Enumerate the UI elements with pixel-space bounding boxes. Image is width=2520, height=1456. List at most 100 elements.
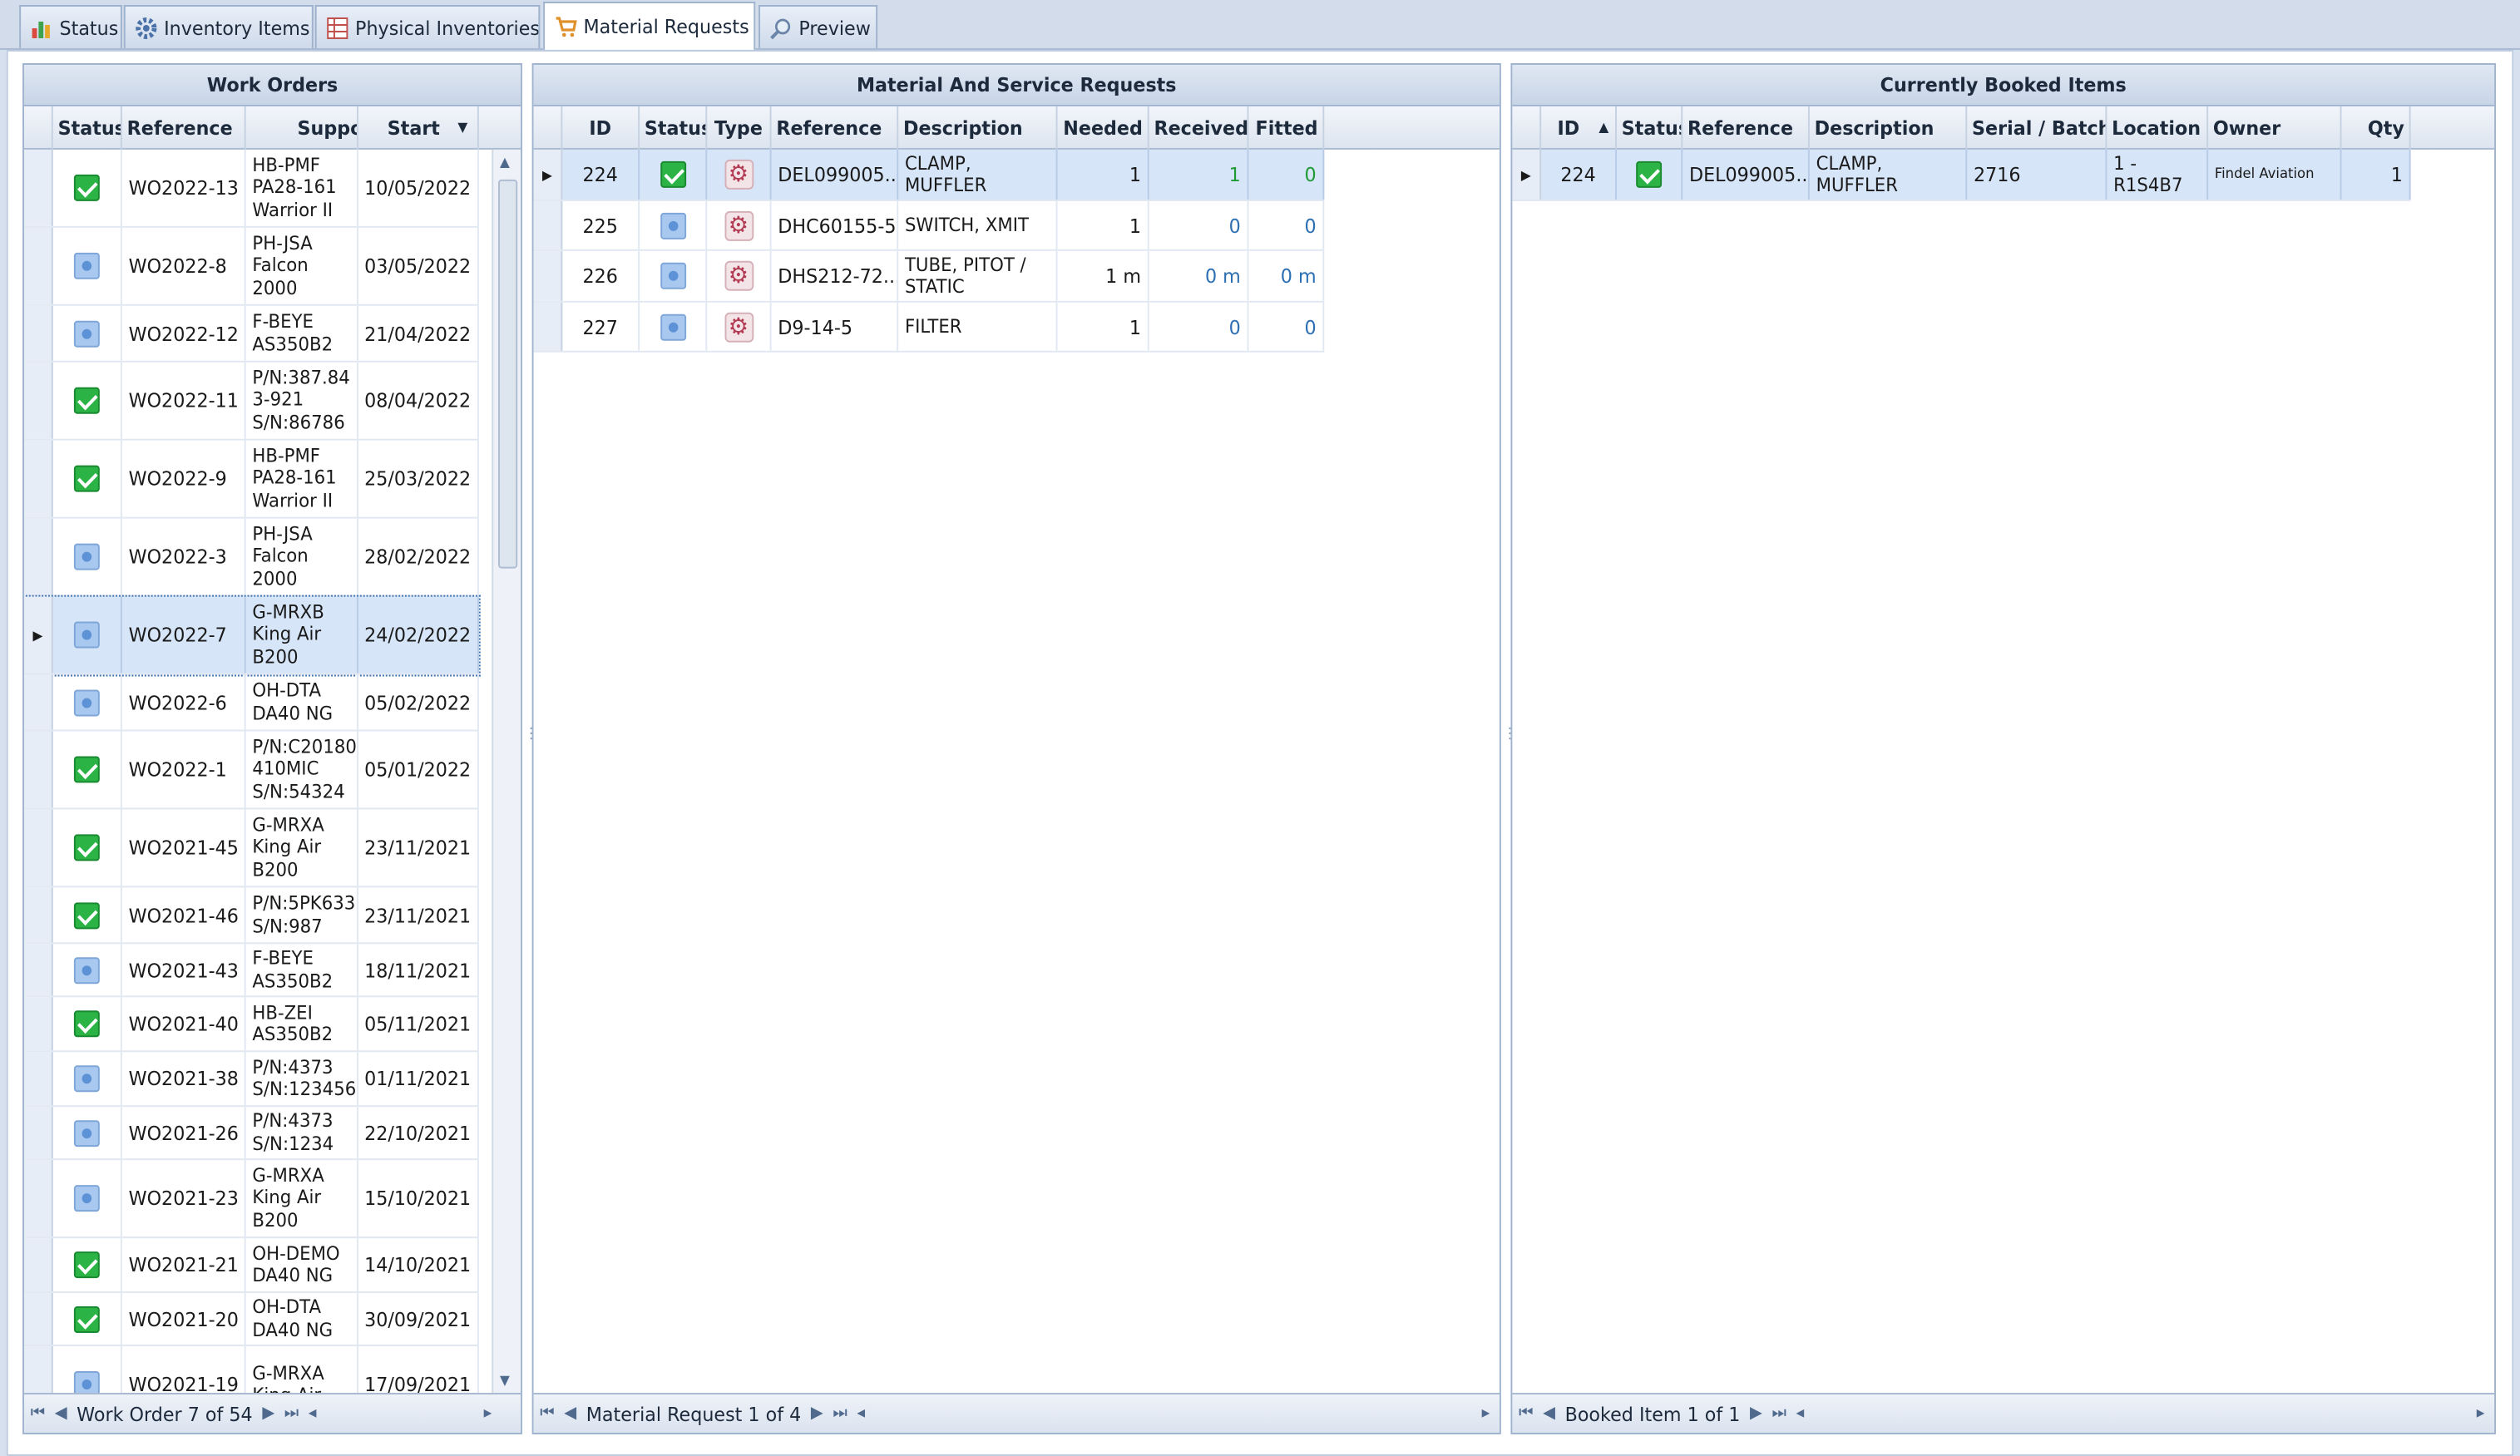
row-indicator	[23, 149, 53, 226]
hscroll-right-icon[interactable]: ▸	[2477, 1404, 2485, 1423]
table-row[interactable]: WO2021-45 G-MRXA King Air B200 23/11/2021	[23, 809, 479, 888]
col-description[interactable]: Description	[1810, 106, 1968, 150]
first-record-icon[interactable]: ⏮	[1519, 1404, 1533, 1423]
table-row[interactable]: ▶ WO2022-7 G-MRXB King Air B200 24/02/2022	[23, 595, 481, 677]
first-record-icon[interactable]: ⏮	[540, 1404, 554, 1423]
splitter-left[interactable]: ⋮	[524, 727, 538, 751]
col-support[interactable]: Support	[246, 106, 358, 150]
col-received[interactable]: Received	[1149, 106, 1249, 150]
id-cell: 227	[562, 302, 640, 351]
table-row[interactable]: 225 ⚙ DHC60155-5 SWITCH, XMIT 1 0 0	[533, 200, 1325, 251]
col-qty[interactable]: Qty	[2342, 106, 2411, 150]
table-row[interactable]: ▶ 224 DEL099005... CLAMP, MUFFLER 2716 1 - R1…	[1512, 149, 2411, 201]
col-id[interactable]: ID ▲	[1541, 106, 1617, 150]
status-cell	[53, 1160, 122, 1237]
table-row[interactable]: WO2021-21 OH-DEMO DA40 NG 14/10/2021	[23, 1238, 479, 1294]
start-cell: 24/02/2022	[358, 596, 479, 674]
fitted-cell: 0	[1248, 149, 1325, 200]
row-indicator-header	[1512, 106, 1542, 150]
col-id[interactable]: ID	[562, 106, 640, 150]
status-cell	[53, 149, 122, 226]
table-row[interactable]: WO2021-26 P/N:4373 S/N:1234 22/10/2021	[23, 1107, 479, 1161]
prev-record-icon[interactable]: ◀	[564, 1404, 576, 1423]
status-cell	[640, 302, 708, 351]
table-row[interactable]: WO2022-1 P/N:C20180 410MIC S/N:54324 05/01…	[23, 731, 479, 810]
col-start[interactable]: Start ▼	[358, 106, 479, 150]
splitter-right[interactable]: ⋮	[1503, 727, 1517, 751]
hscroll-right-icon[interactable]: ▸	[1482, 1404, 1490, 1423]
col-reference[interactable]: Reference	[1682, 106, 1810, 150]
scroll-down-icon[interactable]: ▼	[500, 1373, 510, 1388]
table-row[interactable]: 226 ⚙ DHS212-72... TUBE, PITOT / STATIC 1 m0…	[533, 250, 1325, 303]
support-cell: OH-DTA DA40 NG	[246, 674, 358, 730]
table-row[interactable]: WO2022-6 OH-DTA DA40 NG 05/02/2022	[23, 674, 479, 732]
table-row[interactable]: WO2021-38 P/N:4373 S/N:123456 01/11/2021	[23, 1052, 479, 1108]
table-row[interactable]: 227 ⚙ D9-14-5 FILTER 1 0 0	[533, 302, 1325, 353]
start-cell: 15/10/2021	[358, 1160, 479, 1237]
tab-preview[interactable]: Preview	[758, 4, 878, 48]
service-gear-icon: ⚙	[724, 159, 754, 190]
start-cell: 05/11/2021	[358, 997, 479, 1051]
col-type[interactable]: Type	[707, 106, 772, 150]
next-record-icon[interactable]: ▶	[811, 1404, 823, 1423]
col-location[interactable]: Location	[2107, 106, 2209, 150]
hscroll-left-icon[interactable]: ◂	[1796, 1404, 1804, 1423]
reference-cell: WO2022-6	[122, 674, 246, 730]
col-reference[interactable]: Reference	[772, 106, 899, 150]
start-cell: 28/02/2022	[358, 518, 479, 595]
table-row[interactable]: WO2022-9 HB-PMF PA28-161 Warrior II 25/03/…	[23, 440, 479, 519]
col-owner[interactable]: Owner	[2208, 106, 2342, 150]
tab-physical-inventories[interactable]: Physical Inventories	[314, 4, 541, 48]
table-row[interactable]: WO2022-3 PH-JSA Falcon 2000 28/02/2022	[23, 518, 479, 597]
scroll-up-icon[interactable]: ▲	[500, 155, 510, 170]
prev-record-icon[interactable]: ◀	[55, 1404, 67, 1423]
booked-title: Currently Booked Items	[1512, 64, 2495, 106]
col-needed[interactable]: Needed	[1058, 106, 1149, 150]
next-record-icon[interactable]: ▶	[262, 1404, 274, 1423]
hscroll-left-icon[interactable]: ◂	[857, 1404, 865, 1423]
reference-cell: WO2021-21	[122, 1238, 246, 1292]
col-fitted[interactable]: Fitted	[1248, 106, 1325, 150]
last-record-icon[interactable]: ⏭	[833, 1404, 847, 1423]
table-row[interactable]: WO2021-40 HB-ZEI AS350B2 05/11/2021	[23, 997, 479, 1053]
col-status[interactable]: Status	[640, 106, 708, 150]
table-row[interactable]: WO2021-23 G-MRXA King Air B200 15/10/2021	[23, 1160, 479, 1239]
status-check-icon	[73, 1010, 100, 1038]
tab-status[interactable]: Status	[19, 4, 122, 48]
status-check-icon	[73, 387, 100, 414]
col-description[interactable]: Description	[898, 106, 1058, 150]
status-pending-icon	[73, 1119, 100, 1147]
col-start-label: Start	[387, 116, 440, 140]
table-row[interactable]: WO2021-46 P/N:5PK633 S/N:987 23/11/2021	[23, 887, 479, 945]
support-cell: P/N:5PK633 S/N:987	[246, 887, 358, 943]
status-cell	[53, 731, 122, 808]
tab-material-requests[interactable]: Material Requests	[543, 1, 756, 50]
table-row[interactable]: ▶ 224 ⚙ DEL099005... CLAMP, MUFFLER 1 1 0	[533, 149, 1325, 201]
prev-record-icon[interactable]: ◀	[1543, 1404, 1555, 1423]
last-record-icon[interactable]: ⏭	[1772, 1404, 1786, 1423]
work-orders-header: Status Reference Support Start ▼	[23, 106, 521, 150]
table-row[interactable]: WO2022-13 HB-PMF PA28-161 Warrior II 10/05…	[23, 149, 479, 228]
col-status[interactable]: Status	[53, 106, 122, 150]
table-row[interactable]: WO2021-19G-MRXA King Air17/09/2021	[23, 1346, 479, 1393]
table-row[interactable]: WO2021-20 OH-DTA DA40 NG 30/09/2021	[23, 1293, 479, 1347]
tab-bar: Status Inventory Items Physical Inventor…	[0, 0, 2520, 50]
first-record-icon[interactable]: ⏮	[31, 1404, 45, 1423]
table-row[interactable]: WO2022-8 PH-JSA Falcon 2000 03/05/2022	[23, 227, 479, 306]
table-row[interactable]: WO2021-43 F-BEYE AS350B2 18/11/2021	[23, 944, 479, 998]
tab-inventory-items[interactable]: Inventory Items	[123, 4, 314, 48]
status-check-icon	[73, 756, 100, 783]
last-record-icon[interactable]: ⏭	[284, 1404, 299, 1423]
next-record-icon[interactable]: ▶	[1750, 1404, 1762, 1423]
work-orders-scrollbar[interactable]: ▲ ▼	[492, 149, 521, 1393]
col-serial-batch[interactable]: Serial / Batch	[1967, 106, 2107, 150]
table-row[interactable]: WO2022-12 F-BEYE AS350B2 21/04/2022	[23, 305, 479, 363]
col-status[interactable]: Status	[1617, 106, 1683, 150]
col-reference[interactable]: Reference	[122, 106, 246, 150]
hscroll-left-icon[interactable]: ◂	[309, 1404, 317, 1423]
status-cell	[53, 809, 122, 886]
hscroll-right-icon[interactable]: ▸	[484, 1404, 492, 1423]
scroll-thumb[interactable]	[498, 179, 518, 569]
service-gear-icon: ⚙	[724, 210, 754, 240]
table-row[interactable]: WO2022-11 P/N:387.84 3-921 S/N:86786 08/04…	[23, 362, 479, 441]
